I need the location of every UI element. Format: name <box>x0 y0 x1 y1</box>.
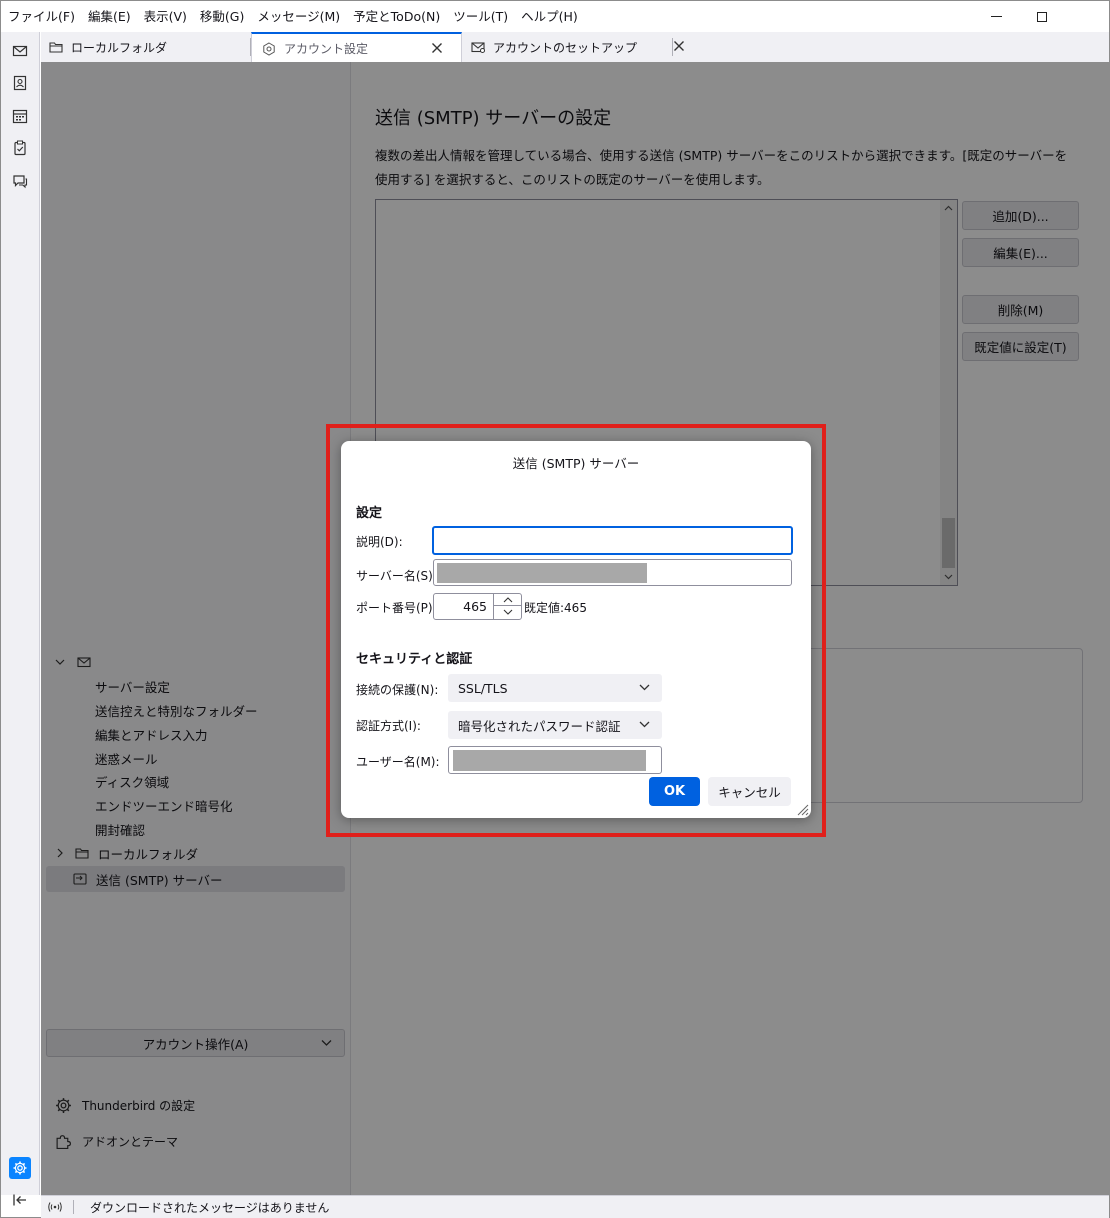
status-bar: ダウンロードされたメッセージはありません <box>41 1195 1109 1218</box>
tab-label: アカウントのセットアップ <box>493 40 638 55</box>
dialog-title: 送信 (SMTP) サーバー <box>512 456 640 471</box>
cancel-button[interactable]: キャンセル <box>708 777 791 806</box>
maximize-button[interactable] <box>1019 1 1065 32</box>
username-label: ユーザー名(M): <box>356 755 440 769</box>
settings-heading: 設定 <box>356 506 383 521</box>
tab-strip: ローカルフォルダ アカウント設定 アカウントのセットアップ <box>41 32 1109 63</box>
server-name-input[interactable] <box>433 559 792 586</box>
menu-tools[interactable]: ツール(T) <box>446 1 514 32</box>
settings-space-button[interactable] <box>9 1157 31 1179</box>
address-book-space-button[interactable] <box>9 72 31 94</box>
tab-account-setup[interactable]: アカウントのセットアップ <box>471 32 684 62</box>
server-name-label: サーバー名(S): <box>356 569 437 583</box>
mail-space-button[interactable] <box>9 40 31 62</box>
redacted-server-name <box>437 563 647 583</box>
smtp-server-dialog: 送信 (SMTP) サーバー 設定 説明(D): サーバー名(S): ポート番号… <box>341 441 811 818</box>
auth-method-value: 暗号化されたパスワード認証 <box>458 718 621 734</box>
connection-security-value: SSL/TLS <box>458 680 508 696</box>
tab-account-settings[interactable]: アカウント設定 <box>251 32 462 63</box>
address-book-icon <box>13 75 27 91</box>
close-icon[interactable] <box>431 42 443 54</box>
port-label: ポート番号(P): <box>356 601 437 615</box>
tab-label: ローカルフォルダ <box>71 40 168 55</box>
collapse-spaces-button[interactable] <box>9 1189 31 1211</box>
tab-separator <box>672 38 673 56</box>
resize-grip-icon[interactable] <box>795 802 809 816</box>
port-decrement[interactable] <box>494 606 521 618</box>
username-input[interactable] <box>448 746 662 774</box>
chevron-down-icon <box>503 609 512 615</box>
menu-events-tasks[interactable]: 予定とToDo(N) <box>346 1 446 32</box>
description-label: 説明(D): <box>356 535 403 549</box>
gear-icon <box>13 1161 27 1175</box>
menu-edit[interactable]: 編集(E) <box>81 1 137 32</box>
tasks-space-button[interactable] <box>9 137 31 159</box>
menu-bar: ファイル(F) 編集(E) 表示(V) 移動(G) メッセージ(M) 予定とTo… <box>1 1 1109 32</box>
tab-label: アカウント設定 <box>284 42 369 56</box>
chevron-down-icon <box>639 684 650 691</box>
auth-method-select[interactable]: 暗号化されたパスワード認証 <box>448 711 662 739</box>
menu-message[interactable]: メッセージ(M) <box>250 1 346 32</box>
port-input[interactable]: 465 <box>433 593 522 620</box>
tab-local-folders[interactable]: ローカルフォルダ <box>49 32 249 62</box>
port-default-text: 既定値:465 <box>524 601 587 615</box>
status-separator <box>73 1200 74 1214</box>
mail-icon <box>12 45 28 57</box>
mail-setup-icon <box>471 42 485 53</box>
security-heading: セキュリティと認証 <box>356 652 473 667</box>
menu-go[interactable]: 移動(G) <box>193 1 250 32</box>
status-text: ダウンロードされたメッセージはありません <box>90 1200 330 1215</box>
collapse-left-icon <box>13 1194 26 1206</box>
chat-icon <box>13 175 28 189</box>
folder-icon <box>49 42 63 53</box>
menu-help[interactable]: ヘルプ(H) <box>514 1 584 32</box>
connection-security-label: 接続の保護(N): <box>356 683 439 697</box>
calendar-icon <box>12 109 28 124</box>
tasks-icon <box>14 140 26 156</box>
close-icon[interactable] <box>673 40 685 52</box>
redacted-username <box>453 750 646 771</box>
minimize-icon <box>990 16 1002 17</box>
connection-security-select[interactable]: SSL/TLS <box>448 674 662 702</box>
port-value: 465 <box>463 599 487 614</box>
menu-view[interactable]: 表示(V) <box>137 1 193 32</box>
calendar-space-button[interactable] <box>9 105 31 127</box>
chat-space-button[interactable] <box>9 170 31 192</box>
maximize-icon <box>1037 11 1047 22</box>
auth-method-label: 認証方式(I): <box>356 719 421 733</box>
minimize-button[interactable] <box>973 1 1019 32</box>
port-spinner[interactable] <box>493 594 521 619</box>
menu-file[interactable]: ファイル(F) <box>1 1 81 32</box>
app-window: ファイル(F) 編集(E) 表示(V) 移動(G) メッセージ(M) 予定とTo… <box>0 0 1110 1218</box>
settings-icon <box>263 41 275 56</box>
port-increment[interactable] <box>494 594 521 606</box>
spaces-toolbar <box>1 32 40 1206</box>
chevron-up-icon <box>503 596 512 602</box>
description-input[interactable] <box>432 526 793 555</box>
ok-button[interactable]: OK <box>649 777 700 806</box>
online-status-icon[interactable] <box>47 1201 63 1213</box>
chevron-down-icon <box>639 721 650 728</box>
